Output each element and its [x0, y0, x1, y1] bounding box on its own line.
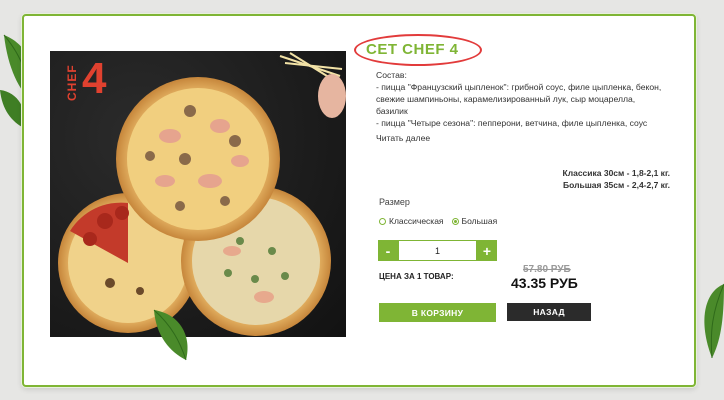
- decrease-button[interactable]: -: [378, 240, 398, 261]
- product-description: Состав: - пицца "Французский цыпленок": …: [376, 69, 676, 129]
- quantity-field[interactable]: 1: [398, 240, 477, 261]
- size-option-label: Большая: [461, 216, 498, 226]
- basil-leaf-decoration: [704, 283, 724, 359]
- size-weight-info: Классика 30см - 1,8-2,1 кг. Большая 35см…: [563, 167, 671, 191]
- increase-button[interactable]: +: [477, 240, 497, 261]
- photo-brand-label: CHEF: [65, 64, 79, 101]
- back-button[interactable]: НАЗАД: [507, 303, 591, 321]
- product-title: СЕТ CHEF 4: [366, 41, 459, 58]
- read-more-link[interactable]: Читать далее: [376, 133, 430, 143]
- quantity-stepper: - 1 +: [378, 240, 497, 261]
- size-info-line: Большая 35см - 2,4-2,7 кг.: [562, 180, 670, 190]
- description-line: - пицца "Французский цыпленок": грибной …: [376, 82, 662, 92]
- radio-selected-icon[interactable]: [451, 217, 459, 225]
- size-option-label: Классическая: [389, 216, 444, 226]
- description-line: базилик: [376, 106, 408, 116]
- price-label: ЦЕНА ЗА 1 ТОВАР:: [379, 272, 454, 281]
- size-option-large[interactable]: Большая: [451, 216, 498, 226]
- size-radio-group: Классическая Большая: [379, 216, 497, 226]
- size-option-classic[interactable]: Классическая: [379, 216, 444, 226]
- product-photo: CHEF 4: [50, 51, 346, 337]
- old-price: 57.80 РУБ: [523, 264, 571, 275]
- basil-leaf-decoration: [153, 309, 188, 361]
- size-info-line: Классика 30см - 1,8-2,1 кг.: [562, 168, 671, 178]
- description-line: свежие шампиньоны, карамелизированный лу…: [376, 94, 636, 104]
- description-line: - пицца "Четыре сезона": пепперони, ветч…: [376, 118, 648, 128]
- radio-icon[interactable]: [379, 217, 386, 225]
- add-to-cart-button[interactable]: В КОРЗИНУ: [379, 303, 496, 322]
- product-modal: CHEF 4 СЕТ CHEF 4 Состав: - пицца "Франц…: [22, 14, 696, 387]
- size-title: Размер: [379, 197, 410, 207]
- photo-brand-number: 4: [82, 54, 107, 103]
- description-line: Состав:: [376, 70, 407, 80]
- current-price: 43.35 РУБ: [511, 275, 578, 291]
